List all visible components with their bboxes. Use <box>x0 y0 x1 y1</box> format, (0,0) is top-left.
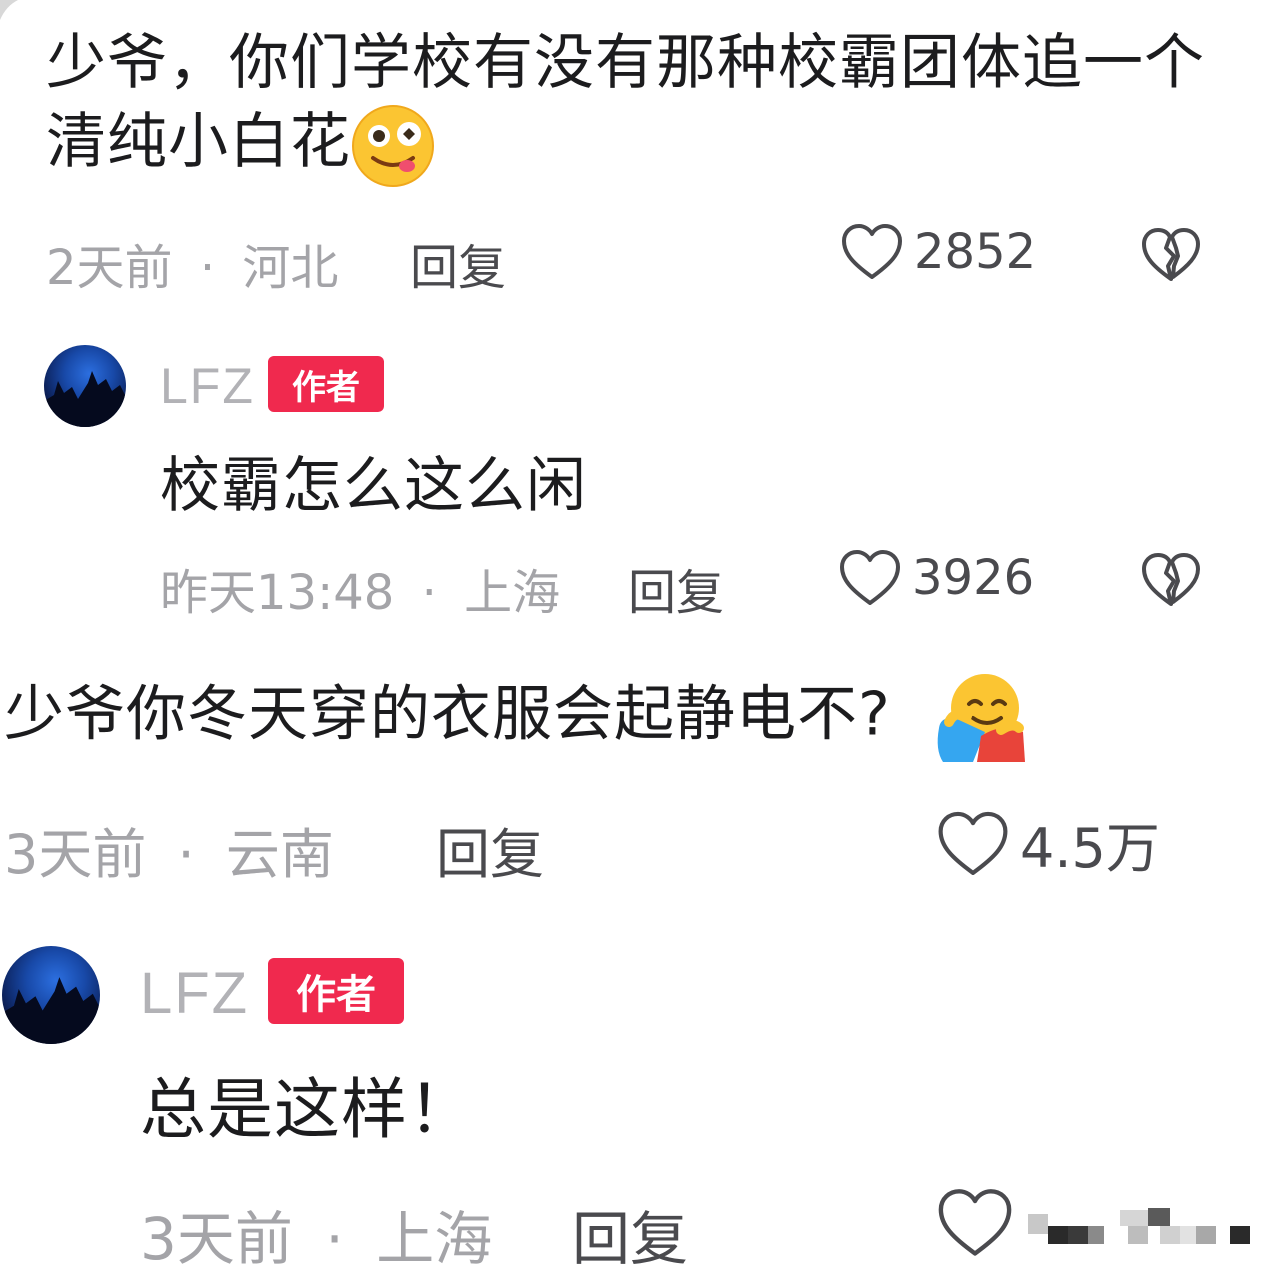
comment-3-like-count: 4.5万 <box>1020 817 1160 880</box>
comment-2-meta: 昨天13:48 · 上海 <box>160 553 560 623</box>
comment-1-time: 2天前 <box>46 240 173 296</box>
drooling-face-emoji <box>352 104 434 187</box>
comment-list: 少爷，你们学校有没有那种校霸团体追一个清纯小白花 2天前 · 河北 回复 285… <box>0 0 1280 1280</box>
meta-separator: · <box>199 240 216 296</box>
comment-3-like-button[interactable]: 4.5万 <box>936 804 1160 883</box>
comment-1-meta: 2天前 · 河北 <box>46 228 338 298</box>
heart-outline-icon <box>840 550 900 605</box>
comment-2-text: 校霸怎么这么闲 <box>160 451 587 521</box>
username[interactable]: LFZ <box>160 357 255 415</box>
avatar[interactable] <box>44 345 126 427</box>
comment-2-location: 上海 <box>464 565 561 621</box>
pixelated-watermark <box>1020 1200 1260 1260</box>
comment-4-location: 上海 <box>376 1205 493 1273</box>
comment-3-meta: 3天前 · 云南 <box>4 810 334 889</box>
comment-4-like-button[interactable] <box>936 1186 1024 1260</box>
username[interactable]: LFZ <box>140 960 249 1027</box>
comment-2-like-count: 3926 <box>912 550 1035 606</box>
comment-1-reply-button[interactable]: 回复 <box>410 228 506 298</box>
broken-heart-icon[interactable] <box>1140 551 1202 609</box>
comment-2-time: 昨天13:48 <box>160 565 395 621</box>
hugging-face-emoji <box>937 674 1025 762</box>
comment-4-meta: 3天前 · 上海 <box>140 1192 492 1276</box>
comment-1-text: 少爷，你们学校有没有那种校霸团体追一个清纯小白花 <box>46 24 1226 188</box>
corner-shadow <box>0 0 18 20</box>
broken-heart-icon[interactable] <box>1140 226 1202 284</box>
comment-3-time: 3天前 <box>4 823 147 886</box>
comment-2-like-button[interactable]: 3926 <box>838 548 1034 608</box>
comment-4-text: 总是这样！ <box>140 1071 475 1148</box>
comment-4-time: 3天前 <box>140 1205 293 1273</box>
comment-3-reply-button[interactable]: 回复 <box>436 810 544 889</box>
author-badge: 作者 <box>268 958 404 1024</box>
comment-3-text: 少爷你冬天穿的衣服会起静电不? <box>4 670 1274 766</box>
comment-3-body: 少爷你冬天穿的衣服会起静电不? <box>4 679 891 750</box>
comment-3-location: 云南 <box>225 823 334 886</box>
heart-outline-icon <box>938 811 1008 875</box>
avatar[interactable] <box>2 946 100 1044</box>
meta-separator: · <box>421 565 437 621</box>
comment-1-body: 少爷，你们学校有没有那种校霸团体追一个清纯小白花 <box>46 28 1205 178</box>
avatar-crowd-silhouette <box>44 371 126 427</box>
avatar-crowd-silhouette <box>2 977 100 1044</box>
comment-2-reply-button[interactable]: 回复 <box>628 553 724 623</box>
comment-1-location: 河北 <box>242 240 339 296</box>
meta-separator: · <box>177 823 195 886</box>
comment-4-reply-button[interactable]: 回复 <box>572 1192 688 1276</box>
heart-outline-icon <box>938 1189 1012 1256</box>
meta-separator: · <box>325 1205 344 1273</box>
comment-1-like-button[interactable]: 2852 <box>840 222 1036 282</box>
comment-1-like-count: 2852 <box>914 224 1037 280</box>
author-badge: 作者 <box>268 356 384 412</box>
heart-outline-icon <box>842 224 902 279</box>
